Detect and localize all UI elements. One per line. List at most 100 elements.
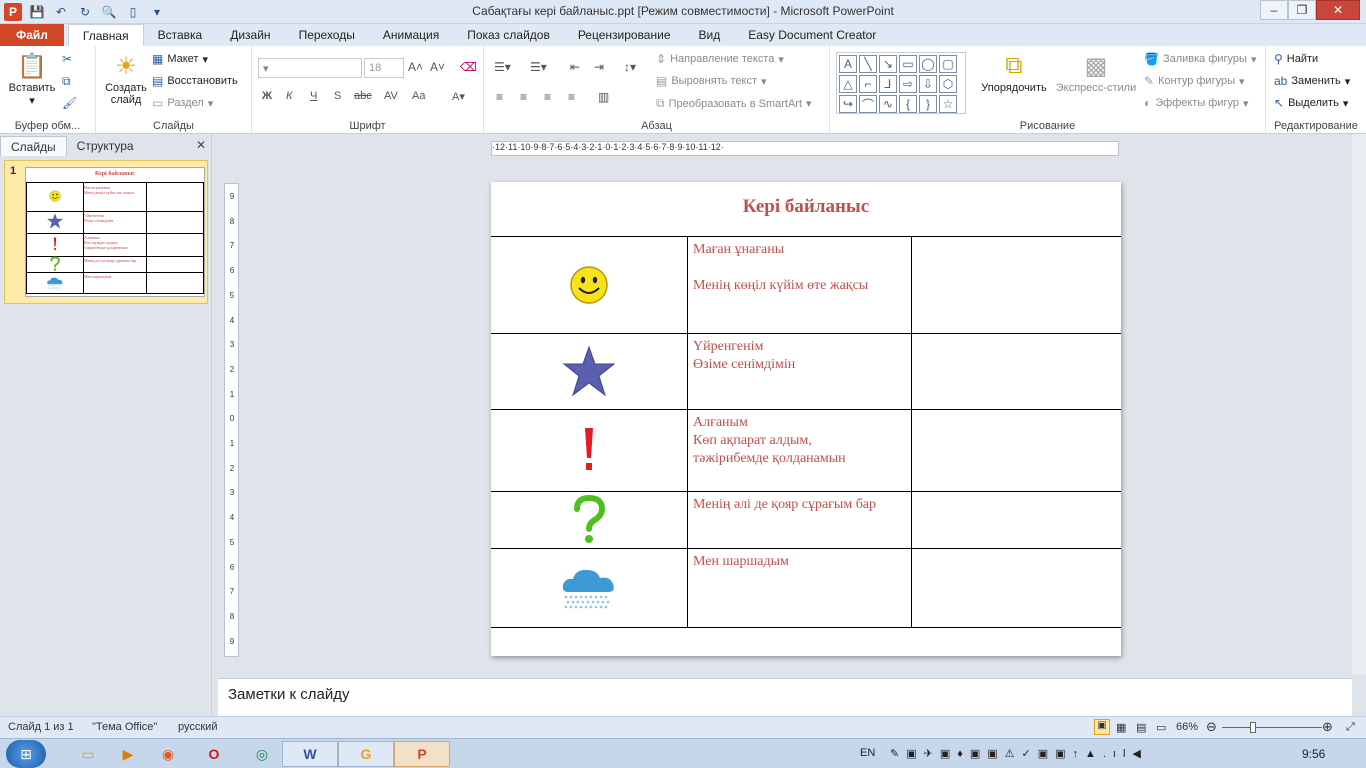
feedback-table[interactable]: Маған ұнағаны Менің көңіл күйім өте жақс… <box>491 236 1121 628</box>
shape-outline-button[interactable]: ✎ Контур фигуры ▾ <box>1144 74 1245 88</box>
table-cell-text[interactable]: Алғаным Көп ақпарат алдым, тәжірибемде қол… <box>693 414 907 468</box>
new-slide-button[interactable]: ☀ Создать слайд <box>100 50 152 107</box>
underline-button[interactable]: Ч <box>310 90 317 102</box>
italic-button[interactable]: К <box>286 90 292 102</box>
word-taskbar-icon[interactable]: W <box>282 741 338 767</box>
table-cell-empty[interactable] <box>911 409 1121 491</box>
right-arrow-shape-icon[interactable]: ⇨ <box>899 75 917 93</box>
start-button-icon[interactable]: ⊞ <box>6 740 46 768</box>
shapes-gallery[interactable]: A ╲ ↘ ▭ ◯ ▢ △ ⌐ ⅃ ⇨ ⇩ ⬡ ↪ ⌒ ∿{} ☆ <box>836 52 966 114</box>
text-direction-button[interactable]: ⇕ Направление текста ▾ <box>656 52 784 66</box>
curve-shape-icon[interactable]: ↪ <box>839 95 857 113</box>
oval-shape-icon[interactable]: ◯ <box>919 55 937 73</box>
minimize-button[interactable]: – <box>1260 0 1288 20</box>
cut-icon[interactable]: ✂ <box>62 52 72 66</box>
tab-easy-document-creator[interactable]: Easy Document Creator <box>734 24 890 46</box>
grow-font-icon[interactable]: A˄ <box>408 60 423 74</box>
flowchart-shape-icon[interactable]: ⬡ <box>939 75 957 93</box>
slide-canvas[interactable]: Кері байланыс Маған ұнағаны Менің көңіл … <box>491 182 1121 656</box>
zoom-slider[interactable] <box>1222 727 1322 728</box>
freeform-shape-icon[interactable]: ∿ <box>879 95 897 113</box>
select-button[interactable]: ↖ Выделить ▾ <box>1274 96 1348 110</box>
find-button[interactable]: ⚲ Найти <box>1274 52 1318 66</box>
shape-effects-button[interactable]: ◐ Эффекты фигур ▾ <box>1144 96 1249 110</box>
table-cell-text[interactable]: Менің әлі де қояр сұрағым бар <box>693 496 907 514</box>
decrease-indent-icon[interactable]: ⇤ <box>570 60 580 74</box>
smartart-button[interactable]: ⧉ Преобразовать в SmartArt ▾ <box>656 96 812 111</box>
replace-button[interactable]: ab Заменить ▾ <box>1274 74 1350 88</box>
rectangle-shape-icon[interactable]: ▭ <box>899 55 917 73</box>
slide-title[interactable]: Кері байланыс <box>491 196 1121 218</box>
arc-shape-icon[interactable]: ⌒ <box>859 95 877 113</box>
vertical-scrollbar[interactable] <box>1352 134 1366 674</box>
arrow-line-shape-icon[interactable]: ↘ <box>879 55 897 73</box>
close-button[interactable]: ✕ <box>1316 0 1360 20</box>
numbering-icon[interactable]: ☰▾ <box>530 60 547 74</box>
notes-placeholder[interactable]: Заметки к слайду <box>228 686 350 703</box>
clear-formatting-icon[interactable]: ⌫ <box>460 60 477 74</box>
fit-slide-icon[interactable]: ⤢ <box>1346 721 1355 734</box>
shape-fill-button[interactable]: 🪣 Заливка фигуры ▾ <box>1144 52 1257 66</box>
shadow-icon[interactable]: S <box>334 90 341 102</box>
format-painter-icon[interactable]: 🖌 <box>62 96 77 110</box>
language-indicator-taskbar[interactable]: EN <box>860 747 875 759</box>
table-cell-empty[interactable] <box>911 491 1121 548</box>
layout-button[interactable]: ▦ Макет ▾ <box>152 52 208 66</box>
theme-name[interactable]: "Тема Office" <box>92 721 157 733</box>
font-name-combo[interactable]: ▾ <box>258 58 362 78</box>
brace-right-icon[interactable]: } <box>919 95 937 113</box>
restore-button[interactable]: ❐ <box>1288 0 1316 20</box>
increase-indent-icon[interactable]: ⇥ <box>594 60 604 74</box>
align-text-button[interactable]: ▤ Выровнять текст ▾ <box>656 74 767 88</box>
copy-icon[interactable]: ⧉ <box>62 74 71 89</box>
powerpoint-taskbar-icon[interactable]: P <box>394 741 450 767</box>
shrink-font-icon[interactable]: A˅ <box>430 60 445 74</box>
tab-design[interactable]: Дизайн <box>216 24 284 46</box>
table-cell-empty[interactable] <box>911 333 1121 409</box>
quick-styles-button[interactable]: ▩ Экспресс-стили <box>1054 50 1138 95</box>
table-cell-text[interactable]: Маған ұнағаны Менің көңіл күйім өте жақс… <box>693 241 907 295</box>
table-cell-text[interactable]: Мен шаршадым <box>693 553 907 571</box>
arrange-button[interactable]: ⧉ Упорядочить <box>978 50 1050 94</box>
align-center-icon[interactable]: ≡ <box>520 90 527 104</box>
language-indicator[interactable]: русский <box>178 721 217 733</box>
table-cell-empty[interactable] <box>911 236 1121 333</box>
zoom-level[interactable]: 66% <box>1176 721 1198 733</box>
google-app-taskbar-icon[interactable]: G <box>338 741 394 767</box>
brace-left-icon[interactable]: { <box>899 95 917 113</box>
reading-view-icon[interactable]: ▤ <box>1136 721 1146 734</box>
tab-view[interactable]: Вид <box>685 24 735 46</box>
section-button[interactable]: ▭ Раздел ▾ <box>152 96 213 110</box>
bullets-icon[interactable]: ☰▾ <box>494 60 511 74</box>
table-cell-empty[interactable] <box>911 548 1121 627</box>
rounded-rect-shape-icon[interactable]: ▢ <box>939 55 957 73</box>
star-shape-icon[interactable]: ☆ <box>939 95 957 113</box>
columns-icon[interactable]: ▥ <box>598 90 609 104</box>
tray-icons[interactable]: ✎▣✈▣♦▣▣⚠✓▣▣↑▲.ıl◀ <box>890 747 1148 760</box>
bold-button[interactable]: Ж <box>262 90 272 102</box>
down-arrow-shape-icon[interactable]: ⇩ <box>919 75 937 93</box>
slideshow-icon[interactable]: ▭ <box>1156 721 1166 734</box>
justify-icon[interactable]: ≡ <box>568 90 575 104</box>
slide-sorter-icon[interactable]: ▦ <box>1116 721 1126 734</box>
notes-pane[interactable]: Заметки к слайду <box>218 678 1352 716</box>
tab-review[interactable]: Рецензирование <box>564 24 685 46</box>
tab-transitions[interactable]: Переходы <box>285 24 369 46</box>
elbow-connector-icon[interactable]: ⌐ <box>859 75 877 93</box>
font-size-combo[interactable]: 18 <box>364 58 404 78</box>
align-right-icon[interactable]: ≡ <box>544 90 551 104</box>
reset-button[interactable]: ▤ Восстановить <box>152 74 238 88</box>
tab-insert[interactable]: Вставка <box>144 24 217 46</box>
zoom-in-icon[interactable]: ⊕ <box>1322 719 1333 735</box>
textbox-shape-icon[interactable]: A <box>839 55 857 73</box>
triangle-shape-icon[interactable]: △ <box>839 75 857 93</box>
char-spacing-button[interactable]: AV <box>384 90 398 102</box>
zoom-out-icon[interactable]: ⊖ <box>1206 719 1217 735</box>
tab-home[interactable]: Главная <box>67 24 144 46</box>
align-left-icon[interactable]: ≡ <box>496 90 503 104</box>
paste-button[interactable]: 📋 Вставить ▾ <box>6 50 58 108</box>
connector-shape-icon[interactable]: ⅃ <box>879 75 897 93</box>
change-case-button[interactable]: Aa <box>412 90 425 102</box>
tab-slideshow[interactable]: Показ слайдов <box>453 24 564 46</box>
line-shape-icon[interactable]: ╲ <box>859 55 877 73</box>
